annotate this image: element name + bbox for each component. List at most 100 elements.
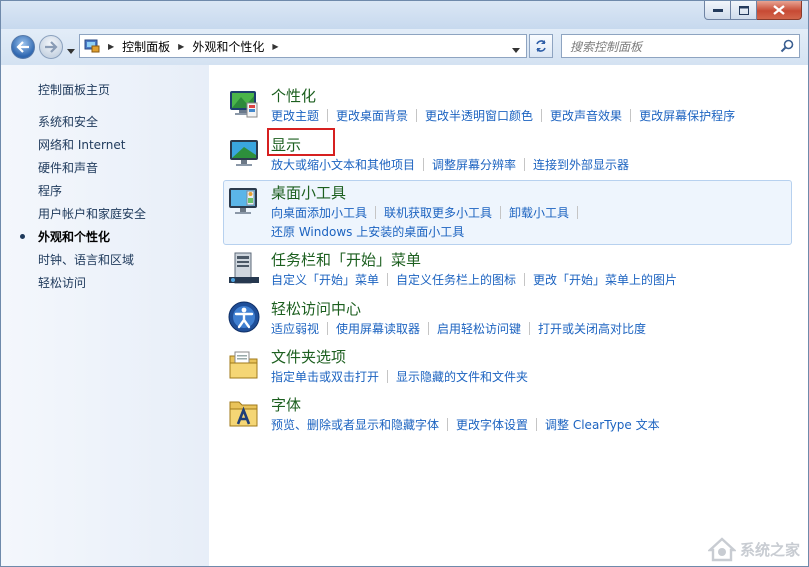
- minimize-button[interactable]: [704, 1, 731, 20]
- link-change-background[interactable]: 更改桌面背景: [336, 107, 408, 124]
- refresh-icon: [536, 40, 546, 52]
- sidebar-item-user-accounts[interactable]: 用户帐户和家庭安全: [38, 205, 146, 228]
- close-icon: [773, 5, 785, 15]
- search-input[interactable]: [568, 38, 772, 56]
- link-change-sounds[interactable]: 更改声音效果: [550, 107, 622, 124]
- link-divider: [327, 109, 329, 122]
- gadgets-icon: [229, 188, 257, 214]
- link-single-double-click[interactable]: 指定单击或双击打开: [271, 368, 379, 385]
- link-divider: [524, 158, 526, 171]
- sidebar: 控制面板主页 系统和安全 网络和 Internet 硬件和声音 程序 用户帐户和…: [1, 65, 209, 566]
- link-use-screen-reader[interactable]: 使用屏幕读取器: [336, 320, 420, 337]
- recent-pages-button[interactable]: [67, 43, 75, 57]
- link-external-display[interactable]: 连接到外部显示器: [533, 156, 629, 173]
- fonts-icon: [229, 401, 258, 427]
- link-enable-easy-access-keys[interactable]: 启用轻松访问键: [437, 320, 521, 337]
- back-button[interactable]: [11, 35, 35, 59]
- link-divider: [524, 273, 526, 286]
- category-title-gadgets[interactable]: 桌面小工具: [271, 182, 346, 203]
- link-change-window-color[interactable]: 更改半透明窗口颜色: [425, 107, 533, 124]
- main-content: 个性化 更改主题 更改桌面背景 更改半透明窗口颜色 更改声音效果 更改屏幕保护程序 显示…: [209, 65, 808, 566]
- link-divider: [375, 206, 377, 219]
- chevron-right-icon[interactable]: ▶: [108, 42, 114, 51]
- sidebar-home-link[interactable]: 控制面板主页: [38, 81, 110, 98]
- address-history-button[interactable]: [512, 42, 520, 56]
- personalization-icon: [230, 91, 258, 118]
- link-divider: [327, 322, 329, 335]
- sidebar-item-clock-language[interactable]: 时钟、语言和区域: [38, 251, 146, 274]
- refresh-button[interactable]: [529, 34, 553, 58]
- display-icon: [230, 140, 258, 166]
- sidebar-list: 系统和安全 网络和 Internet 硬件和声音 程序 用户帐户和家庭安全 外观…: [20, 113, 146, 297]
- sidebar-item-network[interactable]: 网络和 Internet: [38, 136, 146, 159]
- link-get-more-gadgets[interactable]: 联机获取更多小工具: [384, 204, 492, 221]
- category-links: 预览、删除或者显示和隐藏字体 更改字体设置 调整 ClearType 文本: [271, 416, 660, 433]
- category-links: 适应弱视 使用屏幕读取器 启用轻松访问键 打开或关闭高对比度: [271, 320, 646, 337]
- taskbar-icon: [229, 252, 259, 284]
- link-change-theme[interactable]: 更改主题: [271, 107, 319, 124]
- category-title-taskbar[interactable]: 任务栏和「开始」菜单: [271, 249, 421, 270]
- ease-of-access-icon: [228, 301, 260, 333]
- watermark: 系统之家: [707, 536, 800, 562]
- maximize-icon: [738, 5, 749, 15]
- link-change-font-settings[interactable]: 更改字体设置: [456, 416, 528, 433]
- link-change-screensaver[interactable]: 更改屏幕保护程序: [639, 107, 735, 124]
- link-divider: [541, 109, 543, 122]
- link-change-start-picture[interactable]: 更改「开始」菜单上的图片: [533, 271, 677, 288]
- breadcrumb-appearance[interactable]: 外观和个性化: [192, 38, 264, 55]
- link-divider: [577, 206, 579, 219]
- link-divider: [630, 109, 632, 122]
- link-divider: [529, 322, 531, 335]
- sidebar-item-system-security[interactable]: 系统和安全: [38, 113, 146, 136]
- category-links: 放大或缩小文本和其他项目 调整屏幕分辨率 连接到外部显示器: [271, 156, 629, 173]
- minimize-icon: [712, 9, 723, 12]
- chevron-right-icon[interactable]: ▶: [178, 42, 184, 51]
- maximize-button[interactable]: [731, 1, 757, 20]
- sidebar-item-programs[interactable]: 程序: [38, 182, 146, 205]
- link-optimize-vision[interactable]: 适应弱视: [271, 320, 319, 337]
- chevron-down-icon: [67, 49, 75, 54]
- category-title-fonts[interactable]: 字体: [271, 394, 301, 415]
- forward-button[interactable]: [39, 35, 63, 59]
- chevron-right-icon[interactable]: ▶: [272, 42, 278, 51]
- link-customize-taskbar-icons[interactable]: 自定义任务栏上的图标: [396, 271, 516, 288]
- link-screen-resolution[interactable]: 调整屏幕分辨率: [432, 156, 516, 173]
- search-box[interactable]: [561, 34, 800, 58]
- category-title-ease-of-access[interactable]: 轻松访问中心: [271, 298, 361, 319]
- link-zoom-text[interactable]: 放大或缩小文本和其他项目: [271, 156, 415, 173]
- link-restore-gadgets[interactable]: 还原 Windows 上安装的桌面小工具: [271, 223, 464, 240]
- category-links: 向桌面添加小工具 联机获取更多小工具 卸载小工具: [271, 204, 586, 221]
- breadcrumb: ▶ 控制面板 ▶ 外观和个性化 ▶: [108, 38, 287, 55]
- link-divider: [416, 109, 418, 122]
- title-bar[interactable]: [1, 1, 808, 29]
- link-divider: [536, 418, 538, 431]
- control-panel-window: ▶ 控制面板 ▶ 外观和个性化 ▶ 搜索控制面板 控制面板主页 系统和安全 网络…: [0, 0, 809, 567]
- category-title-folder-options[interactable]: 文件夹选项: [271, 346, 346, 367]
- sidebar-item-appearance[interactable]: 外观和个性化: [20, 228, 146, 251]
- link-customize-start[interactable]: 自定义「开始」菜单: [271, 271, 379, 288]
- chevron-down-icon: [512, 48, 520, 53]
- category-title-personalization[interactable]: 个性化: [271, 85, 316, 106]
- category-links: 指定单击或双击打开 显示隐藏的文件和文件夹: [271, 368, 528, 385]
- search-icon[interactable]: [780, 39, 794, 53]
- close-button[interactable]: [757, 1, 802, 20]
- active-bullet-icon: [20, 234, 25, 239]
- link-show-hidden-files[interactable]: 显示隐藏的文件和文件夹: [396, 368, 528, 385]
- arrow-right-icon: [45, 41, 58, 53]
- control-panel-icon: [84, 39, 100, 53]
- address-bar[interactable]: ▶ 控制面板 ▶ 外观和个性化 ▶: [79, 34, 527, 58]
- sidebar-item-hardware-sound[interactable]: 硬件和声音: [38, 159, 146, 182]
- link-divider: [500, 206, 502, 219]
- highlight-box: [267, 128, 335, 156]
- link-uninstall-gadget[interactable]: 卸载小工具: [509, 204, 569, 221]
- link-add-gadgets[interactable]: 向桌面添加小工具: [271, 204, 367, 221]
- link-preview-fonts[interactable]: 预览、删除或者显示和隐藏字体: [271, 416, 439, 433]
- category-links-second-row: 还原 Windows 上安装的桌面小工具: [271, 223, 464, 240]
- link-high-contrast[interactable]: 打开或关闭高对比度: [538, 320, 646, 337]
- link-cleartype[interactable]: 调整 ClearType 文本: [545, 416, 660, 433]
- navigation-bar: ▶ 控制面板 ▶ 外观和个性化 ▶: [1, 29, 808, 65]
- sidebar-item-ease-of-access[interactable]: 轻松访问: [38, 274, 146, 297]
- breadcrumb-control-panel[interactable]: 控制面板: [122, 38, 170, 55]
- link-divider: [387, 370, 389, 383]
- link-divider: [428, 322, 430, 335]
